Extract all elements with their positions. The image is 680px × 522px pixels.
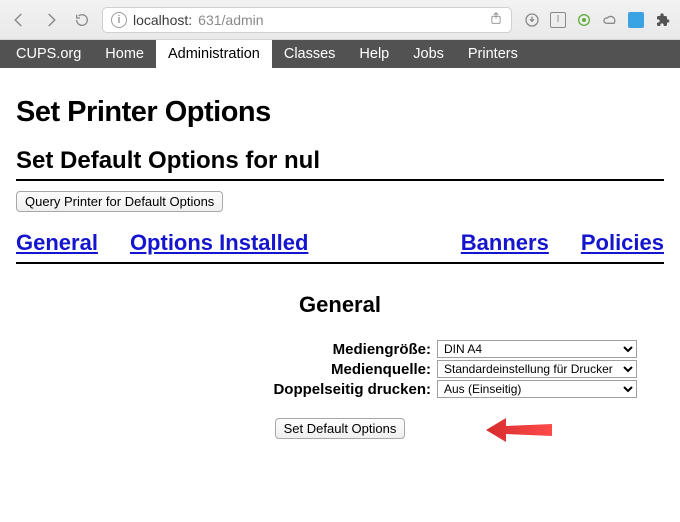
- media-source-select[interactable]: Standardeinstellung für Drucker: [437, 360, 637, 378]
- tab-help[interactable]: Help: [347, 40, 401, 68]
- media-source-label: Medienquelle:: [43, 361, 433, 378]
- query-defaults-button[interactable]: Query Printer for Default Options: [16, 191, 223, 212]
- url-host: localhost:: [133, 12, 192, 28]
- address-bar[interactable]: i localhost: 631/admin: [102, 7, 512, 33]
- section-title: General: [16, 292, 664, 318]
- media-size-select[interactable]: DIN A4: [437, 340, 637, 358]
- tab-printers[interactable]: Printers: [456, 40, 530, 68]
- url-path: 631/admin: [198, 12, 263, 28]
- set-default-options-button[interactable]: Set Default Options: [275, 418, 406, 439]
- browser-chrome: i localhost: 631/admin I: [0, 0, 680, 40]
- duplex-label: Doppelseitig drucken:: [43, 381, 433, 398]
- share-icon[interactable]: [489, 11, 503, 28]
- extension-blue-icon[interactable]: [628, 12, 644, 28]
- section-anchors: General Options Installed Banners Polici…: [16, 230, 664, 264]
- anchor-policies[interactable]: Policies: [581, 230, 664, 256]
- extensions-icon[interactable]: [654, 12, 670, 28]
- cloud-icon[interactable]: [602, 12, 618, 28]
- duplex-select[interactable]: Aus (Einseitig): [437, 380, 637, 398]
- back-button[interactable]: [10, 11, 28, 29]
- forward-button[interactable]: [42, 11, 60, 29]
- page-content: Set Printer Options Set Default Options …: [0, 68, 680, 449]
- annotation-arrow-icon: [484, 416, 554, 444]
- options-form: Mediengröße: DIN A4 Medienquelle: Standa…: [16, 340, 664, 439]
- tab-cups-org[interactable]: CUPS.org: [4, 40, 93, 68]
- reload-button[interactable]: [74, 12, 90, 28]
- tab-jobs[interactable]: Jobs: [401, 40, 456, 68]
- page-subtitle: Set Default Options for nul: [16, 147, 664, 181]
- evernote-icon[interactable]: [576, 12, 592, 28]
- anchor-options-installed[interactable]: Options Installed: [130, 230, 308, 256]
- site-info-icon[interactable]: i: [111, 12, 127, 28]
- tab-administration[interactable]: Administration: [156, 40, 272, 68]
- tab-classes[interactable]: Classes: [272, 40, 348, 68]
- tab-home[interactable]: Home: [93, 40, 156, 68]
- instapaper-icon[interactable]: I: [550, 12, 566, 28]
- page-title: Set Printer Options: [16, 96, 664, 129]
- toolbar-icons: I: [524, 12, 670, 28]
- downloads-icon[interactable]: [524, 12, 540, 28]
- media-size-label: Mediengröße:: [43, 341, 433, 358]
- anchor-banners[interactable]: Banners: [461, 230, 549, 256]
- anchor-general[interactable]: General: [16, 230, 98, 256]
- nav-tabs: CUPS.org Home Administration Classes Hel…: [0, 40, 680, 68]
